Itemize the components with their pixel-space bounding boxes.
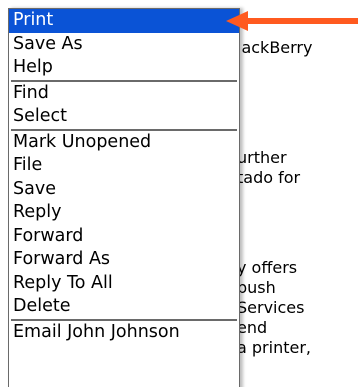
message-text-line: Services	[237, 298, 305, 317]
message-text-line: a printer,	[237, 338, 311, 357]
blackberry-screen: lackBerry urther tado for y offers push …	[0, 0, 358, 387]
menu-item-select[interactable]: Select	[9, 105, 239, 129]
message-text-line: push	[237, 278, 276, 297]
menu-item-reply[interactable]: Reply	[9, 201, 239, 225]
message-text-line: lackBerry	[237, 38, 313, 57]
arrow-shaft	[246, 18, 358, 24]
message-text-line: y offers	[237, 258, 298, 277]
context-menu: Print Save As Help Find Select Mark Unop…	[8, 8, 240, 387]
menu-item-find[interactable]: Find	[9, 82, 239, 106]
menu-item-file[interactable]: File	[9, 154, 239, 178]
menu-item-reply-to-all[interactable]: Reply To All	[9, 272, 239, 296]
menu-item-help[interactable]: Help	[9, 56, 239, 80]
menu-item-delete[interactable]: Delete	[9, 295, 239, 319]
menu-item-save-as[interactable]: Save As	[9, 33, 239, 57]
menu-item-print[interactable]: Print	[9, 9, 239, 33]
menu-item-email-contact[interactable]: Email John Johnson	[9, 321, 239, 345]
arrow-head	[226, 11, 248, 31]
arrow-pointer-icon	[226, 11, 358, 31]
menu-item-forward-as[interactable]: Forward As	[9, 248, 239, 272]
message-text-line: tado for	[237, 168, 301, 187]
message-text-line: urther	[237, 148, 287, 167]
menu-item-forward[interactable]: Forward	[9, 225, 239, 249]
menu-item-save[interactable]: Save	[9, 178, 239, 202]
message-text-line: end	[237, 318, 268, 337]
menu-item-mark-unopened[interactable]: Mark Unopened	[9, 131, 239, 155]
